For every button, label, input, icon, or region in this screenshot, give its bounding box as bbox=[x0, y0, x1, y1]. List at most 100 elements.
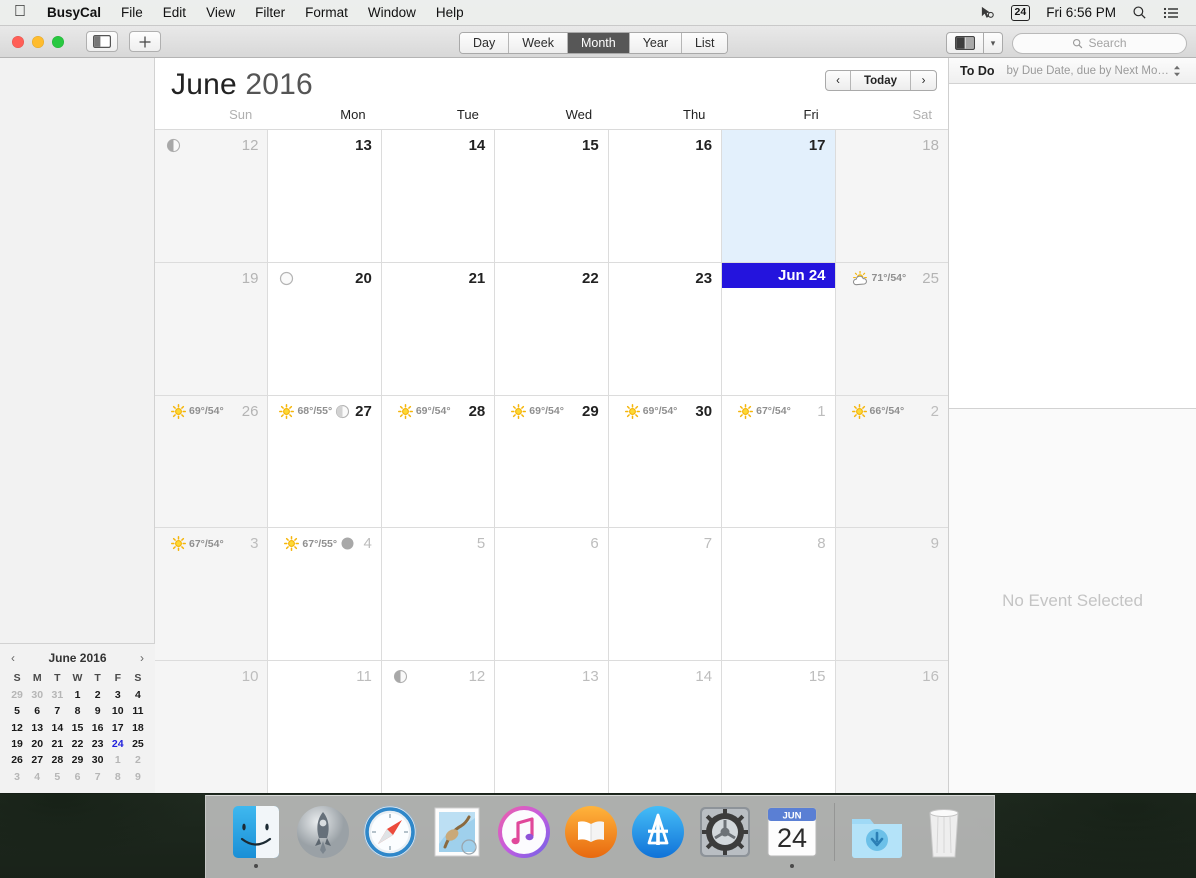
minical-day-cell[interactable]: 12 bbox=[7, 720, 27, 736]
tab-day[interactable]: Day bbox=[460, 33, 510, 53]
day-cell[interactable]: 14 bbox=[381, 130, 496, 262]
minical-day-cell[interactable]: 1 bbox=[67, 687, 87, 703]
day-cell[interactable]: 66°/54° 2 bbox=[835, 395, 948, 528]
day-cell[interactable]: 69°/54° 26 bbox=[155, 395, 269, 528]
day-cell[interactable]: 12 bbox=[155, 130, 269, 262]
day-cell[interactable]: 14 bbox=[608, 661, 723, 793]
minical-day-cell[interactable]: 17 bbox=[108, 720, 128, 736]
day-cell[interactable]: 16 bbox=[608, 130, 723, 262]
minical-day-cell[interactable]: 9 bbox=[88, 703, 108, 719]
day-cell[interactable]: 7 bbox=[608, 528, 723, 661]
dock-item-system-preferences[interactable] bbox=[696, 803, 754, 861]
day-cell[interactable]: 67°/54° 1 bbox=[722, 395, 836, 528]
day-cell[interactable]: 11 bbox=[268, 661, 382, 793]
minical-day-cell[interactable]: 2 bbox=[88, 687, 108, 703]
todo-sort-dropdown[interactable]: by Due Date, due by Next Mo… bbox=[1006, 65, 1180, 77]
zoom-button[interactable] bbox=[52, 35, 64, 48]
day-cell[interactable]: 12 bbox=[381, 661, 496, 793]
tab-year[interactable]: Year bbox=[629, 33, 682, 53]
dock-item-launchpad[interactable] bbox=[294, 803, 352, 861]
minical-day-cell[interactable]: 29 bbox=[67, 752, 87, 768]
day-cell[interactable]: 13 bbox=[268, 130, 382, 262]
minical-day-cell[interactable]: 25 bbox=[128, 736, 148, 752]
minical-day-cell[interactable]: 8 bbox=[67, 703, 87, 719]
day-cell[interactable]: 9 bbox=[835, 528, 948, 661]
minical-day-cell[interactable]: 6 bbox=[67, 769, 87, 785]
minical-day-cell[interactable]: 28 bbox=[47, 752, 67, 768]
dock-item-ibooks[interactable] bbox=[562, 803, 620, 861]
previous-month-button[interactable]: ‹ bbox=[826, 71, 851, 90]
minical-day-cell[interactable]: 26 bbox=[7, 752, 27, 768]
new-event-button[interactable] bbox=[129, 31, 161, 52]
day-cell[interactable]: 17 bbox=[722, 130, 836, 262]
menu-item-help[interactable]: Help bbox=[426, 0, 474, 26]
minical-day-cell[interactable]: 11 bbox=[128, 703, 148, 719]
tab-month[interactable]: Month bbox=[567, 33, 630, 53]
minical-day-cell[interactable]: 5 bbox=[7, 703, 27, 719]
todo-list[interactable] bbox=[949, 84, 1196, 409]
minical-day-cell[interactable]: 18 bbox=[128, 720, 148, 736]
pointer-icon[interactable] bbox=[973, 5, 1002, 20]
minical-today-cell[interactable]: 24 bbox=[108, 736, 128, 752]
dock-item-app-store[interactable] bbox=[629, 803, 687, 861]
menu-item-filter[interactable]: Filter bbox=[245, 0, 295, 26]
menu-item-window[interactable]: Window bbox=[358, 0, 426, 26]
minical-day-cell[interactable]: 27 bbox=[27, 752, 47, 768]
minical-day-cell[interactable]: 8 bbox=[108, 769, 128, 785]
dock-item-mail[interactable] bbox=[428, 803, 486, 861]
minical-day-cell[interactable]: 31 bbox=[47, 687, 67, 703]
day-cell[interactable]: 5 bbox=[381, 528, 496, 661]
day-cell[interactable]: 21 bbox=[381, 262, 496, 395]
minical-day-cell[interactable]: 1 bbox=[108, 752, 128, 768]
day-cell[interactable]: 15 bbox=[722, 661, 836, 793]
dock-item-downloads-folder[interactable] bbox=[848, 803, 906, 861]
minical-day-cell[interactable]: 29 bbox=[7, 687, 27, 703]
minical-day-cell[interactable]: 3 bbox=[108, 687, 128, 703]
today-button[interactable]: Today bbox=[851, 71, 911, 90]
minical-day-cell[interactable]: 23 bbox=[88, 736, 108, 752]
minical-day-cell[interactable]: 16 bbox=[88, 720, 108, 736]
day-cell[interactable]: Jun 24 bbox=[722, 262, 836, 395]
menu-item-format[interactable]: Format bbox=[295, 0, 358, 26]
day-cell[interactable]: 67°/55° 4 bbox=[268, 528, 382, 661]
day-cell[interactable]: 71°/54° 25 bbox=[835, 262, 948, 395]
minical-day-cell[interactable]: 4 bbox=[128, 687, 148, 703]
day-cell[interactable]: 10 bbox=[155, 661, 269, 793]
search-icon[interactable] bbox=[1125, 5, 1154, 20]
minical-day-cell[interactable]: 4 bbox=[27, 769, 47, 785]
minical-day-cell[interactable]: 7 bbox=[88, 769, 108, 785]
day-cell[interactable]: 8 bbox=[722, 528, 836, 661]
day-cell[interactable]: 23 bbox=[608, 262, 723, 395]
minical-day-cell[interactable]: 20 bbox=[27, 736, 47, 752]
day-cell[interactable]: 20 bbox=[268, 262, 382, 395]
day-cell[interactable]: 15 bbox=[495, 130, 609, 262]
menu-item-edit[interactable]: Edit bbox=[153, 0, 196, 26]
dock-item-safari[interactable] bbox=[361, 803, 419, 861]
split-view-dropdown[interactable]: chevron-down-icon▾ bbox=[984, 32, 1003, 54]
next-month-button[interactable]: › bbox=[911, 71, 936, 90]
minimize-button[interactable] bbox=[32, 35, 44, 48]
apple-menu-icon[interactable]:  bbox=[0, 0, 37, 25]
notification-center-icon[interactable] bbox=[1156, 6, 1186, 20]
calendar-badge-icon[interactable]: 24 bbox=[1004, 4, 1038, 21]
day-cell[interactable]: 69°/54° 30 bbox=[608, 395, 723, 528]
day-cell[interactable]: 67°/54° 3 bbox=[155, 528, 269, 661]
menu-item-view[interactable]: View bbox=[196, 0, 245, 26]
minical-day-cell[interactable]: 14 bbox=[47, 720, 67, 736]
dock-item-trash[interactable] bbox=[915, 803, 973, 861]
search-input[interactable]: Search bbox=[1012, 32, 1187, 54]
minical-day-cell[interactable]: 21 bbox=[47, 736, 67, 752]
menu-bar-clock[interactable]: Fri 6:56 PM bbox=[1039, 5, 1123, 20]
day-cell[interactable]: 19 bbox=[155, 262, 269, 395]
minical-day-cell[interactable]: 10 bbox=[108, 703, 128, 719]
menu-item-file[interactable]: File bbox=[111, 0, 153, 26]
dock-item-calendar[interactable]: JUN 24 bbox=[763, 803, 821, 868]
dock-item-finder[interactable] bbox=[227, 803, 285, 868]
minical-day-cell[interactable]: 2 bbox=[128, 752, 148, 768]
minical-next-button[interactable]: › bbox=[140, 651, 144, 665]
day-cell[interactable]: 13 bbox=[495, 661, 609, 793]
sidebar-toggle-button[interactable] bbox=[86, 31, 118, 52]
day-cell[interactable]: 69°/54° 29 bbox=[495, 395, 609, 528]
minical-day-cell[interactable]: 6 bbox=[27, 703, 47, 719]
minical-day-cell[interactable]: 30 bbox=[88, 752, 108, 768]
